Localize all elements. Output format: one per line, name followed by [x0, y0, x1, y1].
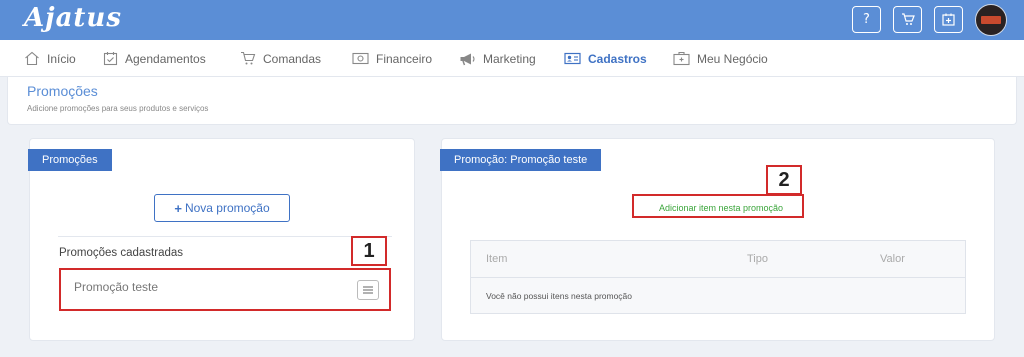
nav-item-marketing[interactable]: Marketing [459, 40, 536, 77]
id-card-icon [564, 52, 581, 65]
nav-label-inicio: Início [47, 51, 76, 66]
calendar-add-icon [942, 13, 955, 26]
help-label: ? [863, 12, 870, 27]
money-icon [352, 52, 369, 65]
column-header-item: Item [486, 253, 508, 265]
promotion-detail-tab: Promoção: Promoção teste [440, 149, 602, 171]
list-menu-icon [363, 286, 373, 294]
annotation-marker-1: 1 [351, 236, 387, 266]
annotation-marker-1-label: 1 [363, 239, 375, 262]
empty-table-message: Você não possui itens nesta promoção [486, 291, 633, 301]
column-header-tipo: Tipo [747, 253, 768, 265]
top-bar: Ajatus ? [0, 0, 1024, 40]
help-button[interactable]: ? [852, 6, 881, 33]
main-nav: Início Agendamentos Comandas Financeiro … [0, 40, 1024, 77]
table-header-divider [471, 277, 965, 278]
nav-label-meu-negocio: Meu Negócio [697, 51, 768, 66]
nav-item-financeiro[interactable]: Financeiro [352, 40, 432, 77]
nav-item-inicio[interactable]: Início [24, 40, 76, 77]
user-avatar[interactable] [975, 4, 1007, 36]
cart-icon [241, 51, 256, 65]
nav-label-marketing: Marketing [483, 51, 536, 66]
nav-label-comandas: Comandas [263, 51, 322, 66]
nav-label-financeiro: Financeiro [376, 51, 433, 66]
cart-button[interactable] [893, 6, 922, 33]
briefcase-icon [673, 51, 690, 66]
page-header: Promoções Adicione promoções para seus p… [7, 77, 1017, 125]
column-header-valor: Valor [880, 253, 905, 265]
promotions-list-title: Promoções cadastradas [59, 247, 184, 259]
nav-item-meu-negocio[interactable]: Meu Negócio [673, 40, 768, 77]
new-promotion-label: Nova promoção [184, 201, 270, 215]
calendar-add-button[interactable] [934, 6, 963, 33]
nav-item-cadastros[interactable]: Cadastros [564, 40, 647, 77]
plus-icon: + [174, 200, 182, 216]
megaphone-icon [460, 53, 475, 65]
promotion-list-item[interactable]: Promoção teste [60, 270, 390, 310]
home-icon [25, 51, 39, 66]
calendar-check-icon [103, 52, 118, 66]
promotion-items-table: Item Tipo Valor Você não possui itens ne… [470, 240, 966, 314]
page-subtitle: Adicione promoções para seus produtos e … [27, 104, 209, 113]
promotions-tab: Promoções [28, 149, 112, 171]
app-logo[interactable]: Ajatus [24, 3, 122, 33]
nav-label-cadastros: Cadastros [588, 51, 647, 66]
nav-item-agendamentos[interactable]: Agendamentos [103, 40, 206, 77]
new-promotion-button[interactable]: + Nova promoção [154, 194, 290, 222]
business-logo [981, 16, 1001, 24]
annotation-marker-2: 2 [766, 165, 802, 195]
promotions-card: Promoções + Nova promoção Promoções cada… [28, 138, 415, 341]
promotion-menu-button[interactable] [357, 280, 379, 300]
nav-label-agendamentos: Agendamentos [125, 51, 206, 66]
promotion-name: Promoção teste [74, 280, 159, 294]
page-title: Promoções [27, 83, 98, 99]
add-item-link[interactable]: Adicionar item nesta promoção [635, 198, 807, 218]
promotion-detail-card: Promoção: Promoção teste 2 Adicionar ite… [440, 138, 995, 341]
annotation-marker-2-label: 2 [778, 168, 790, 191]
nav-item-comandas[interactable]: Comandas [240, 40, 321, 77]
cart-icon [901, 13, 915, 25]
divider [58, 236, 392, 237]
